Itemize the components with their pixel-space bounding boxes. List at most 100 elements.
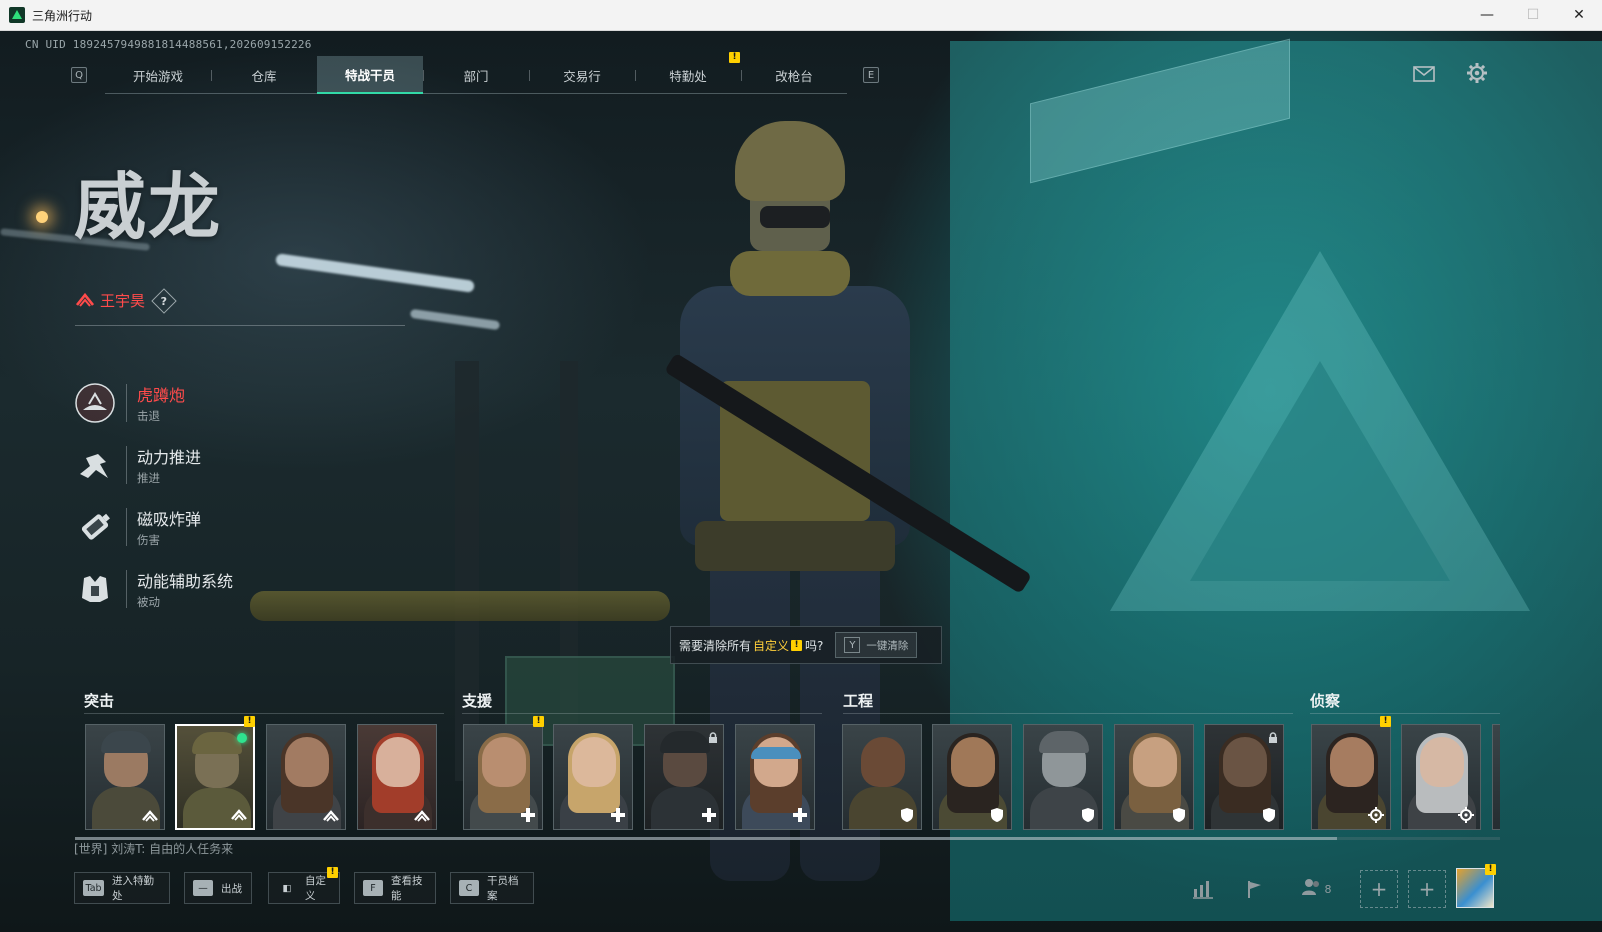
support-cross-icon bbox=[699, 805, 719, 825]
engineer-shield-icon bbox=[897, 805, 917, 825]
maximize-button[interactable]: ☐ bbox=[1510, 0, 1556, 30]
engineer-shield-icon bbox=[987, 805, 1007, 825]
skill-item[interactable]: 动力推进 推进 bbox=[72, 434, 372, 496]
category-assault: 突击 bbox=[84, 692, 115, 710]
special-ops-badge: ! bbox=[729, 52, 740, 63]
support-cross-icon bbox=[608, 805, 628, 825]
support-cross-icon bbox=[518, 805, 538, 825]
skill-name: 动力推进 bbox=[137, 448, 202, 467]
tab-department[interactable]: 部门 bbox=[423, 56, 529, 94]
tab-warehouse[interactable]: 仓库 bbox=[211, 56, 317, 94]
operator-card[interactable] bbox=[1023, 724, 1103, 830]
card-badge: ! bbox=[1380, 716, 1391, 727]
tab-start-game[interactable]: 开始游戏 bbox=[105, 56, 211, 94]
prompt-text-after: 吗? bbox=[805, 638, 824, 653]
skill-item[interactable]: 磁吸炸弹 伤害 bbox=[72, 496, 372, 558]
divider bbox=[843, 713, 1293, 714]
tab-gunsmith[interactable]: 改枪台 bbox=[741, 56, 847, 94]
category-support: 支援 bbox=[462, 692, 493, 710]
help-button[interactable]: ? bbox=[151, 287, 177, 314]
enter-special-ops-button[interactable]: Tab 进入特勤处 bbox=[74, 872, 170, 904]
clear-custom-prompt: 需要清除所有 自定义 ! 吗? Y 一键清除 bbox=[670, 626, 942, 664]
operator-card-partial[interactable] bbox=[1492, 724, 1500, 830]
chat-sender: 刘涛T: bbox=[111, 842, 146, 856]
operator-codename: 威龙 bbox=[74, 165, 223, 249]
operator-card[interactable] bbox=[1311, 724, 1391, 830]
customize-badge: ! bbox=[327, 867, 338, 878]
assault-chevron-icon bbox=[229, 804, 249, 824]
operator-card-locked[interactable] bbox=[644, 724, 724, 830]
chat-message: 自由的人任务来 bbox=[149, 842, 234, 856]
window-title: 三角洲行动 bbox=[32, 8, 93, 23]
skill-list: 虎蹲炮击退 动力推进 推进 磁吸炸弹 伤害 动能辅助系统 被动 bbox=[72, 372, 372, 620]
bomb-icon bbox=[72, 504, 118, 550]
divider bbox=[84, 713, 444, 714]
operator-card[interactable] bbox=[1114, 724, 1194, 830]
operator-profile-button[interactable]: C 干员档案 bbox=[450, 872, 534, 904]
operator-card-selected[interactable] bbox=[175, 724, 255, 830]
close-button[interactable]: ✕ bbox=[1556, 0, 1602, 30]
nav-prev-key[interactable]: Q bbox=[71, 67, 87, 83]
prompt-badge: ! bbox=[791, 639, 803, 651]
tab-operators[interactable]: 特战干员 bbox=[317, 56, 423, 94]
operator-card[interactable] bbox=[932, 724, 1012, 830]
stats-icon[interactable] bbox=[1188, 874, 1218, 904]
category-engineer: 工程 bbox=[843, 692, 874, 710]
card-badge: ! bbox=[244, 716, 255, 727]
operator-card[interactable] bbox=[842, 724, 922, 830]
view-skills-button[interactable]: F 查看技能 bbox=[354, 872, 436, 904]
recon-target-icon bbox=[1456, 805, 1476, 825]
exosuit-icon bbox=[72, 566, 118, 612]
tab-special-ops[interactable]: 特勤处 bbox=[635, 56, 741, 94]
deploy-label: 出战 bbox=[221, 882, 242, 895]
clear-all-button[interactable]: Y 一键清除 bbox=[835, 632, 918, 658]
operator-card[interactable] bbox=[85, 724, 165, 830]
tab-trade[interactable]: 交易行 bbox=[529, 56, 635, 94]
nav-next-key[interactable]: E bbox=[863, 67, 879, 83]
clear-all-label: 一键清除 bbox=[866, 639, 909, 652]
operator-profile-label: 干员档案 bbox=[487, 875, 519, 902]
skill-item[interactable]: 虎蹲炮 击退 bbox=[72, 372, 372, 434]
clear-key: Y bbox=[844, 637, 861, 653]
flag-icon[interactable] bbox=[1240, 874, 1270, 904]
operator-card[interactable] bbox=[266, 724, 346, 830]
operator-card[interactable] bbox=[357, 724, 437, 830]
player-uid: CN UID 1892457949881814488561,2026091522… bbox=[25, 38, 312, 51]
window-controls: — ☐ ✕ bbox=[1464, 0, 1602, 30]
assault-chevron-icon bbox=[140, 805, 160, 825]
prompt-text-before: 需要清除所有 bbox=[679, 638, 752, 653]
tab-key: Tab bbox=[83, 880, 105, 896]
skill-item[interactable]: 动能辅助系统 被动 bbox=[72, 558, 372, 620]
ceiling-light bbox=[409, 308, 501, 331]
add-teammate-slot[interactable]: + bbox=[1360, 870, 1398, 908]
window-titlebar: 三角洲行动 — ☐ ✕ bbox=[0, 0, 1602, 31]
recon-target-icon bbox=[1366, 805, 1386, 825]
add-teammate-slot[interactable]: + bbox=[1408, 870, 1446, 908]
c-key: C bbox=[459, 880, 479, 896]
gear-icon[interactable] bbox=[1466, 62, 1488, 84]
engineer-shield-icon bbox=[1078, 805, 1098, 825]
assault-chevron-icon bbox=[412, 805, 432, 825]
skill-name: 虎蹲炮 bbox=[137, 386, 186, 405]
skill-type: 击退 bbox=[137, 409, 160, 423]
mail-icon[interactable] bbox=[1413, 63, 1435, 85]
operator-card[interactable] bbox=[1401, 724, 1481, 830]
operator-card-locked[interactable] bbox=[1204, 724, 1284, 830]
engineer-shield-icon bbox=[1259, 805, 1279, 825]
view-skills-label: 查看技能 bbox=[391, 875, 423, 902]
operator-card[interactable] bbox=[553, 724, 633, 830]
enter-special-ops-label: 进入特勤处 bbox=[112, 875, 155, 902]
friends-button[interactable]: 8 bbox=[1296, 874, 1336, 904]
deploy-button[interactable]: — 出战 bbox=[184, 872, 252, 904]
lock-icon bbox=[707, 729, 719, 743]
roster-scroll-thumb[interactable] bbox=[75, 837, 1337, 840]
mortar-icon bbox=[72, 380, 118, 426]
chat-line[interactable]: [世界] 刘涛T: 自由的人任务来 bbox=[74, 840, 233, 857]
minimize-button[interactable]: — bbox=[1464, 0, 1510, 30]
operator-card[interactable] bbox=[463, 724, 543, 830]
chat-channel: [世界] bbox=[74, 842, 108, 856]
lock-icon bbox=[1267, 729, 1279, 743]
operator-card[interactable] bbox=[735, 724, 815, 830]
question-icon: ? bbox=[160, 293, 168, 307]
ceiling-light bbox=[275, 253, 475, 293]
